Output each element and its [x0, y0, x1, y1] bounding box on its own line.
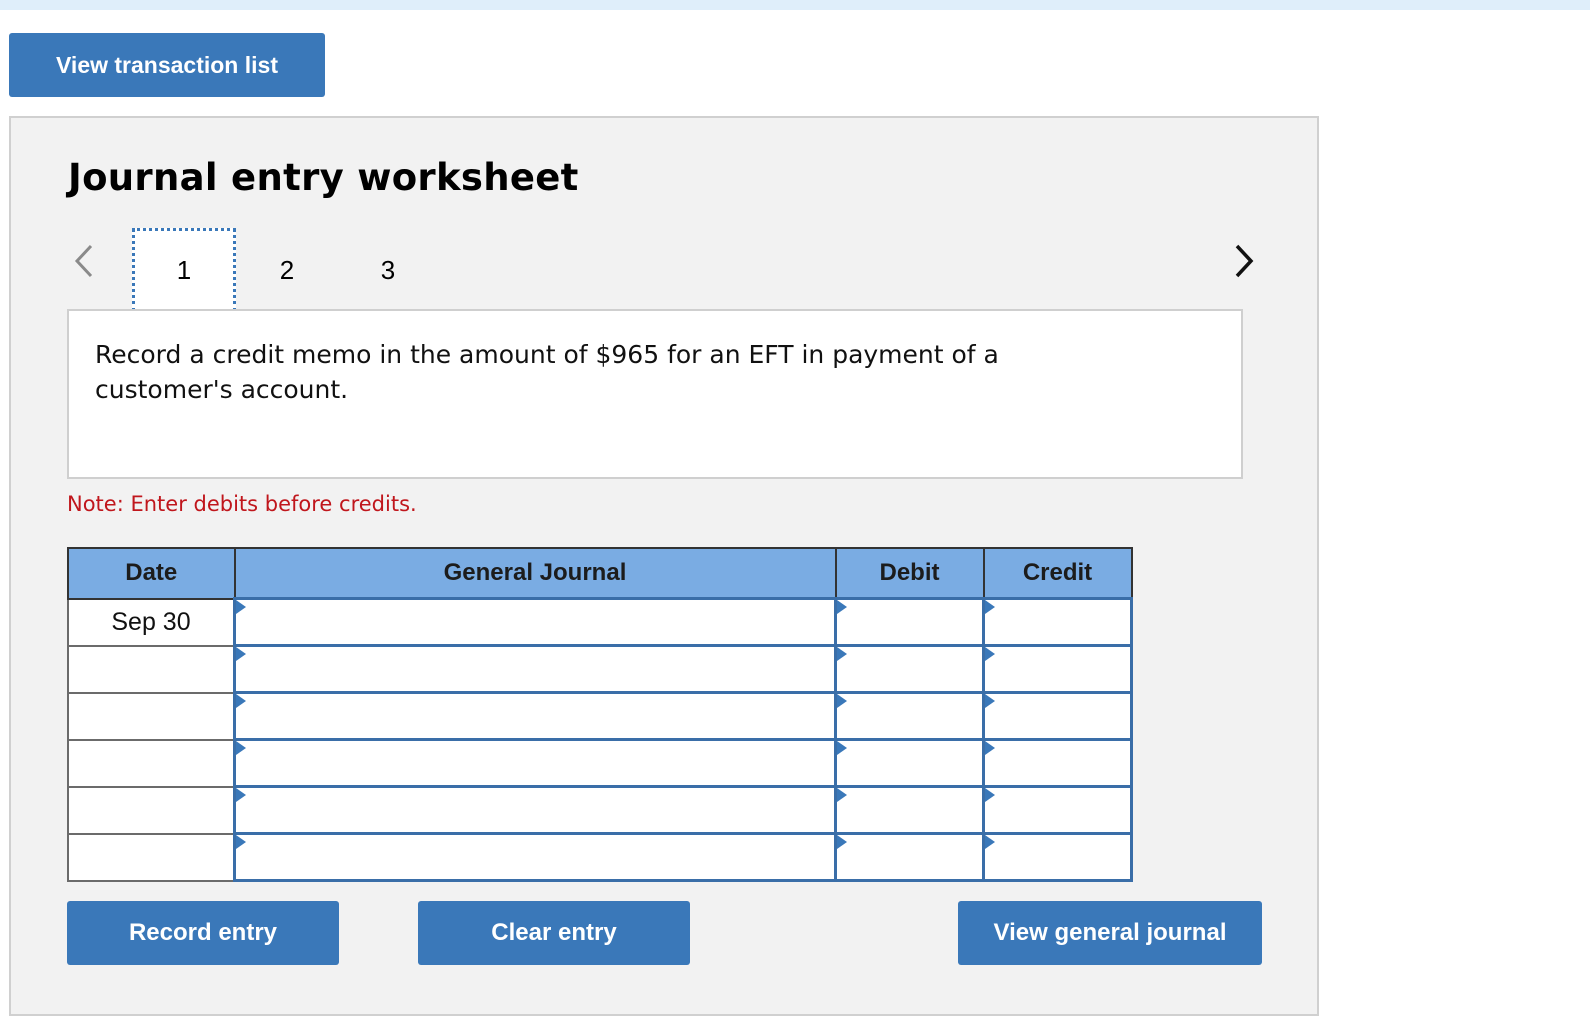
- debit-input[interactable]: [834, 691, 985, 741]
- table-row: [67, 832, 1133, 882]
- record-entry-button[interactable]: Record entry: [67, 901, 339, 965]
- credit-input[interactable]: [982, 691, 1133, 741]
- account-input[interactable]: [233, 597, 837, 647]
- page-tab-1[interactable]: 1: [132, 228, 236, 312]
- previous-page-button[interactable]: [69, 238, 99, 284]
- column-header-debit: Debit: [834, 547, 985, 600]
- next-page-button[interactable]: [1229, 238, 1259, 284]
- credit-input[interactable]: [982, 597, 1133, 647]
- journal-entry-worksheet-panel: Journal entry worksheet 1 2 3 Record a c…: [9, 116, 1319, 1016]
- account-input[interactable]: [233, 644, 837, 694]
- debit-input[interactable]: [834, 832, 985, 882]
- column-header-credit: Credit: [982, 547, 1133, 600]
- column-header-date: Date: [67, 547, 236, 600]
- debit-input[interactable]: [834, 785, 985, 835]
- table-row: [67, 738, 1133, 788]
- chevron-left-icon: [74, 244, 93, 278]
- account-input[interactable]: [233, 832, 837, 882]
- date-cell: Sep 30: [67, 597, 236, 647]
- view-transaction-list-button[interactable]: View transaction list: [9, 33, 325, 97]
- worksheet-title: Journal entry worksheet: [68, 156, 579, 199]
- transaction-description-box: Record a credit memo in the amount of $9…: [67, 309, 1243, 479]
- account-input[interactable]: [233, 785, 837, 835]
- credit-input[interactable]: [982, 832, 1133, 882]
- table-row: [67, 691, 1133, 741]
- page-tab-3[interactable]: 3: [336, 228, 440, 312]
- top-banner-strip: [0, 0, 1590, 10]
- entry-note: Note: Enter debits before credits.: [67, 492, 417, 516]
- credit-input[interactable]: [982, 644, 1133, 694]
- table-row: [67, 785, 1133, 835]
- table-row: Sep 30: [67, 597, 1133, 647]
- chevron-right-icon: [1235, 244, 1254, 278]
- date-cell: [67, 785, 236, 835]
- debit-input[interactable]: [834, 738, 985, 788]
- debit-input[interactable]: [834, 597, 985, 647]
- credit-input[interactable]: [982, 738, 1133, 788]
- account-input[interactable]: [233, 691, 837, 741]
- page-tab-2[interactable]: 2: [235, 228, 339, 312]
- credit-input[interactable]: [982, 785, 1133, 835]
- page-tab-label: 2: [279, 254, 295, 285]
- date-cell: [67, 832, 236, 882]
- account-input[interactable]: [233, 738, 837, 788]
- page-tab-label: 3: [380, 254, 396, 285]
- date-cell: [67, 691, 236, 741]
- journal-table: Date General Journal Debit Credit Sep 30: [67, 547, 1133, 882]
- debit-input[interactable]: [834, 644, 985, 694]
- date-cell: [67, 644, 236, 694]
- column-header-general-journal: General Journal: [233, 547, 837, 600]
- date-cell: [67, 738, 236, 788]
- table-row: [67, 644, 1133, 694]
- table-header-row: Date General Journal Debit Credit: [67, 547, 1133, 600]
- view-general-journal-button[interactable]: View general journal: [958, 901, 1262, 965]
- page-tab-label: 1: [176, 254, 192, 285]
- transaction-description: Record a credit memo in the amount of $9…: [95, 340, 999, 404]
- clear-entry-button[interactable]: Clear entry: [418, 901, 690, 965]
